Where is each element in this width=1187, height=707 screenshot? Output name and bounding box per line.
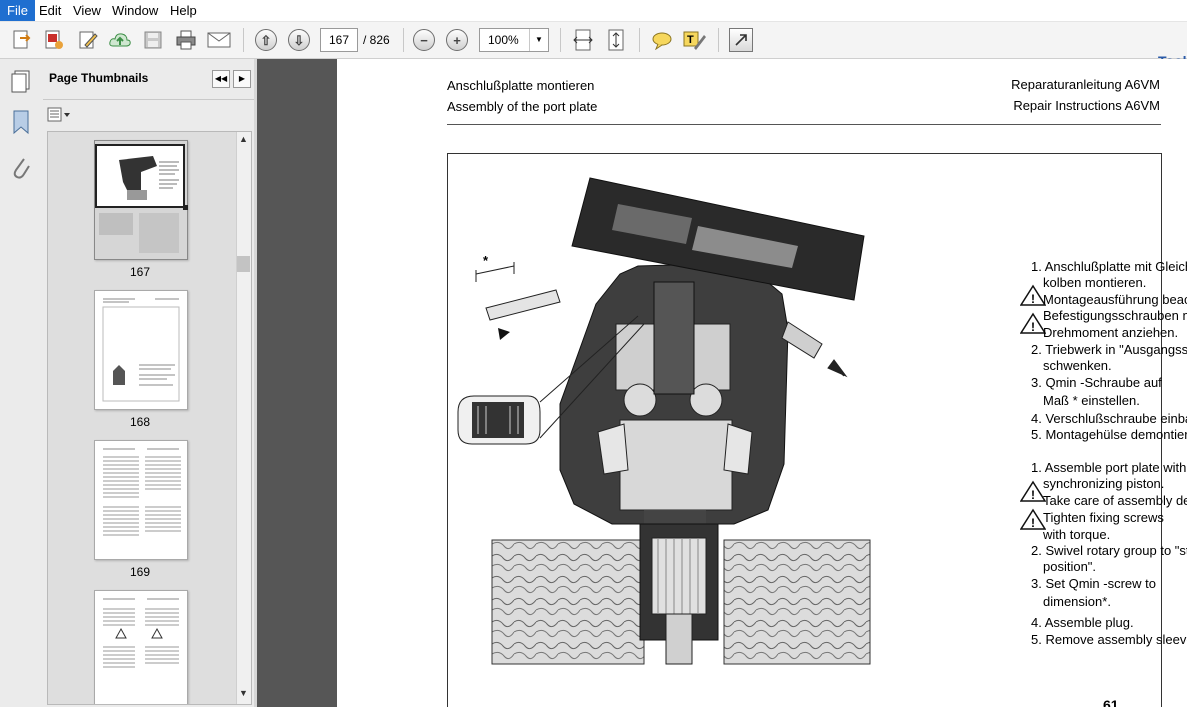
toolbar-separator	[718, 28, 719, 52]
thumbnail-page[interactable]	[94, 290, 188, 410]
previous-page-icon[interactable]: ⇧	[253, 27, 279, 53]
thumbnail-page[interactable]	[94, 440, 188, 560]
step-text: dimension*.	[1043, 594, 1111, 609]
scrollbar-thumb[interactable]	[237, 256, 250, 272]
page-number-input[interactable]: 167	[320, 28, 358, 52]
attachments-icon[interactable]	[10, 154, 32, 183]
collapse-panel-icon[interactable]: ◀◀	[212, 70, 230, 88]
menu-help[interactable]: Help	[163, 0, 204, 21]
header-manual-de: Reparaturanleitung A6VM	[1011, 77, 1160, 92]
step-text: 4. Assemble plug.	[1031, 615, 1134, 630]
email-icon[interactable]	[206, 27, 232, 53]
header-title-en: Assembly of the port plate	[447, 99, 598, 114]
step-text: position".	[1043, 559, 1097, 574]
step-text: Drehmoment anziehen.	[1043, 325, 1179, 340]
dimension-mark: *	[483, 253, 489, 268]
step-text: Montageausführung beachten!	[1043, 292, 1187, 307]
step-text: 1. Anschlußplatte mit Gleichgang-	[1031, 259, 1187, 274]
step-text: 3. Set Qmin -screw to	[1031, 576, 1156, 591]
comment-icon[interactable]	[649, 27, 675, 53]
step-text: Befestigungsschrauben mit	[1043, 308, 1187, 323]
page-total-label: / 826	[363, 33, 390, 47]
export-pdf-icon[interactable]	[41, 27, 67, 53]
header-manual-en: Repair Instructions A6VM	[1013, 98, 1160, 113]
next-page-icon[interactable]: ⇩	[286, 27, 312, 53]
svg-text:!: !	[1031, 488, 1035, 502]
print-icon[interactable]	[173, 27, 199, 53]
svg-text:!: !	[1031, 516, 1035, 530]
navigation-rail	[0, 59, 44, 707]
step-text: synchronizing piston.	[1043, 476, 1165, 491]
thumbnail-options-button[interactable]	[47, 107, 73, 126]
pdf-page: Anschlußplatte montieren Assembly of the…	[337, 59, 1187, 707]
step-text: Tighten fixing screws	[1043, 510, 1164, 525]
step-text: 5. Remove assembly sleeve.	[1031, 632, 1187, 647]
header-title-de: Anschlußplatte montieren	[447, 78, 595, 93]
toolbar: ⇧ ⇩ − + T Tool	[0, 22, 1187, 69]
step-text: Maß * einstellen.	[1043, 393, 1140, 408]
menu-file[interactable]: File	[0, 0, 35, 21]
save-icon[interactable]	[140, 27, 166, 53]
svg-text:!: !	[1031, 292, 1035, 306]
thumbnail-scrollbar[interactable]: ▲ ▼	[236, 132, 251, 704]
expand-panel-icon[interactable]: ▶	[233, 70, 251, 88]
thumbnail-page[interactable]	[94, 140, 188, 260]
upload-cloud-icon[interactable]	[107, 27, 133, 53]
zoom-value: 100%	[488, 33, 519, 47]
step-text: 2. Swivel rotary group to "starting	[1031, 543, 1187, 558]
scroll-down-icon[interactable]: ▼	[239, 688, 248, 698]
thumbnails-header: Page Thumbnails ◀◀ ▶	[43, 59, 254, 100]
header-rule	[447, 124, 1161, 125]
step-text: 1. Assemble port plate with	[1031, 460, 1187, 475]
document-viewport[interactable]: Anschlußplatte montieren Assembly of the…	[257, 59, 1187, 707]
menu-edit[interactable]: Edit	[32, 0, 68, 21]
zoom-select[interactable]: 100% ▼	[479, 28, 549, 52]
menu-window[interactable]: Window	[105, 0, 165, 21]
svg-text:!: !	[1031, 320, 1035, 334]
thumbnail-page[interactable]	[94, 590, 188, 704]
bookmarks-icon[interactable]	[10, 109, 32, 138]
highlight-icon[interactable]: T	[682, 27, 708, 53]
menu-view[interactable]: View	[66, 0, 108, 21]
toolbar-separator	[560, 28, 561, 52]
step-text: kolben montieren.	[1043, 275, 1147, 290]
fit-page-icon[interactable]	[603, 27, 629, 53]
step-text: 2. Triebwerk in "Ausgangsstellung"	[1031, 342, 1187, 357]
svg-text:T: T	[687, 34, 694, 46]
thumbnail-label: 167	[129, 265, 151, 279]
toolbar-separator	[403, 28, 404, 52]
fullscreen-icon[interactable]	[728, 27, 754, 53]
thumbnail-label: 169	[129, 565, 151, 579]
step-text: 3. Qmin -Schraube auf	[1031, 375, 1162, 390]
create-pdf-icon[interactable]	[9, 27, 35, 53]
figure-frame: * 1. Anschlußplatte mit Gleichgang- kolb…	[447, 153, 1187, 707]
scroll-up-icon[interactable]: ▲	[239, 134, 248, 144]
panel-title: Page Thumbnails	[49, 71, 149, 85]
fit-width-icon[interactable]	[570, 27, 596, 53]
step-text: schwenken.	[1043, 358, 1112, 373]
toolbar-separator	[639, 28, 640, 52]
menu-bar: File Edit View Window Help	[0, 0, 1187, 22]
step-text: Take care of assembly design!	[1043, 493, 1187, 508]
step-text: 5. Montagehülse demontieren.	[1031, 427, 1187, 442]
thumbnails-panel: Page Thumbnails ◀◀ ▶ 167 168 169 ▲ ▼	[43, 59, 254, 707]
toolbar-separator	[243, 28, 244, 52]
step-text: 4. Verschlußschraube einbauen.	[1031, 411, 1187, 426]
thumbnail-label: 168	[129, 415, 151, 429]
chevron-down-icon[interactable]: ▼	[529, 29, 548, 51]
zoom-in-icon[interactable]: +	[444, 27, 470, 53]
zoom-out-icon[interactable]: −	[411, 27, 437, 53]
step-text: with torque.	[1043, 527, 1111, 542]
page-number: 61	[1103, 697, 1119, 707]
thumbnail-list[interactable]: 167 168 169 ▲ ▼	[47, 131, 252, 705]
edit-pdf-icon[interactable]	[75, 27, 101, 53]
page-thumbnails-icon[interactable]	[10, 69, 32, 96]
